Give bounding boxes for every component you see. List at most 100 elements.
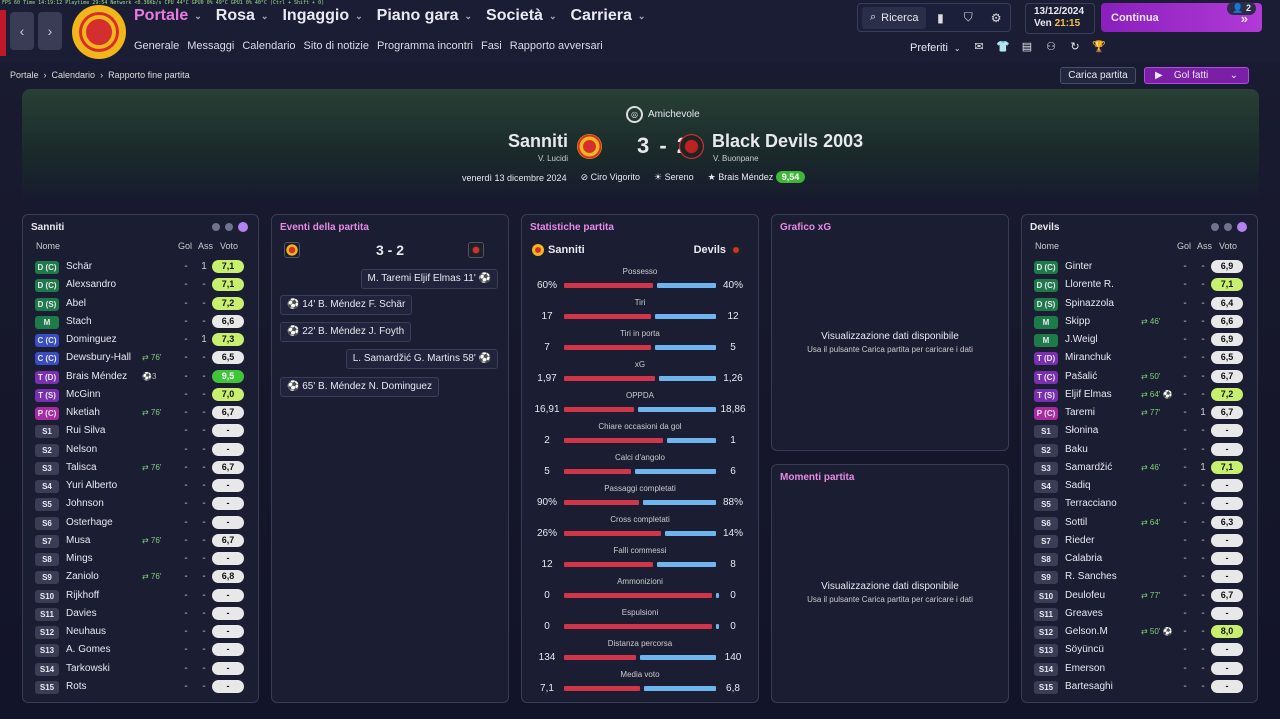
player-row[interactable]: S7 Rieder - - -	[1024, 533, 1254, 550]
player-row[interactable]: S6 Osterhage - - -	[25, 515, 255, 532]
subnav-item[interactable]: Rapporto avversari	[510, 40, 603, 52]
favorites-dropdown[interactable]: Preferiti ⌄	[910, 42, 961, 54]
player-row[interactable]: D (C) Ginter - -6,9	[1024, 259, 1254, 276]
player-row[interactable]: S5 Terracciano - - -	[1024, 496, 1254, 513]
shield-icon[interactable]: ⛉	[954, 10, 982, 25]
player-row[interactable]: T (C) Pašalić ⇄ 50' - -6,7	[1024, 369, 1254, 386]
shirt-icon[interactable]: 👕	[994, 40, 1012, 53]
goals-dropdown[interactable]: ▶ Gol fatti ⌄	[1144, 67, 1249, 84]
nav-4[interactable]: Società ⌄	[486, 7, 556, 25]
position-badge: D (C)	[1034, 279, 1058, 293]
subnav-item[interactable]: Sito di notizie	[304, 40, 369, 52]
event-item[interactable]: ⚽ 14' B. Méndez F. Schär	[280, 295, 413, 315]
away-team-name[interactable]: Black Devils 2003	[712, 131, 863, 152]
goals: -	[1183, 644, 1187, 656]
nav-1[interactable]: Rosa ⌄	[216, 7, 269, 25]
event-item[interactable]: M. Taremi Eljif Elmas 11' ⚽	[360, 269, 498, 289]
continue-button[interactable]: Continua 👤 2»	[1101, 2, 1262, 32]
player-row[interactable]: T (D) Miranchuk - -6,5	[1024, 350, 1254, 367]
page-dots[interactable]	[212, 222, 248, 232]
refresh-icon[interactable]: ↻	[1066, 40, 1084, 53]
subnav-item[interactable]: Calendario	[242, 40, 295, 52]
player-row[interactable]: T (D) Brais Méndez ⚽3- -9,5	[25, 369, 255, 386]
player-row[interactable]: S13 Söyüncü - - -	[1024, 642, 1254, 659]
clipboard-icon[interactable]: ▤	[1018, 40, 1036, 53]
player-row[interactable]: S11 Davies - - -	[25, 606, 255, 623]
people-icon[interactable]: ⚇	[1042, 40, 1060, 53]
player-row[interactable]: M Skipp ⇄ 46' - -6,6	[1024, 314, 1254, 331]
player-row[interactable]: S1 Rui Silva - - -	[25, 423, 255, 440]
stat-label: Distanza percorsa	[607, 639, 673, 648]
load-match-button[interactable]: Carica partita	[1060, 67, 1136, 84]
player-row[interactable]: S3 Talisca ⇄ 76' - -6,7	[25, 460, 255, 477]
player-row[interactable]: S10 Rijkhoff - - -	[25, 588, 255, 605]
position-badge: T (C)	[1034, 370, 1058, 384]
subnav-item[interactable]: Fasi	[481, 40, 502, 52]
player-row[interactable]: S15 Rots - - -	[25, 679, 255, 696]
subnav-item[interactable]: Messaggi	[187, 40, 234, 52]
player-row[interactable]: S10 Deulofeu ⇄ 77' - -6,7	[1024, 588, 1254, 605]
breadcrumb-item[interactable]: Portale	[10, 70, 39, 80]
nav-0[interactable]: Portale ⌄	[134, 7, 202, 25]
player-row[interactable]: S15 Bartesaghi - - -	[1024, 679, 1254, 696]
event-item[interactable]: ⚽ 65' B. Méndez N. Dominguez	[280, 377, 439, 397]
player-row[interactable]: P (C) Taremi ⇄ 77' - 1 6,7	[1024, 405, 1254, 422]
search-button[interactable]: ⌕ Ricerca	[862, 6, 927, 29]
home-team-name[interactable]: Sanniti	[508, 131, 568, 152]
player-row[interactable]: S9 R. Sanches - - -	[1024, 569, 1254, 586]
player-row[interactable]: S3 Samardžić ⇄ 46' - 1 7,1	[1024, 460, 1254, 477]
player-row[interactable]: S4 Sadiq - - -	[1024, 478, 1254, 495]
player-row[interactable]: D (C) Llorente R. - -7,1	[1024, 277, 1254, 294]
player-row[interactable]: S9 Zaniolo ⇄ 76' - -6,8	[25, 569, 255, 586]
player-row[interactable]: S12 Neuhaus - - -	[25, 624, 255, 641]
player-row[interactable]: T (S) Eljif Elmas ⇄ 64' ⚽ - -7,2	[1024, 387, 1254, 404]
player-row[interactable]: S1 Słonina - - -	[1024, 423, 1254, 440]
page-dots[interactable]	[1211, 222, 1247, 232]
player-row[interactable]: P (C) Nketiah ⇄ 76' - -6,7	[25, 405, 255, 422]
player-row[interactable]: S4 Yuri Alberto - - -	[25, 478, 255, 495]
event-item[interactable]: L. Samardžić G. Martins 58' ⚽	[345, 349, 498, 369]
player-row[interactable]: D (S) Abel - -7,2	[25, 296, 255, 313]
player-row[interactable]: S8 Calabria - - -	[1024, 551, 1254, 568]
player-row[interactable]: S12 Gelson.M ⇄ 50' ⚽ - -8,0	[1024, 624, 1254, 641]
player-row[interactable]: S8 Mings - - -	[25, 551, 255, 568]
player-row[interactable]: S11 Greaves - - -	[1024, 606, 1254, 623]
player-name: Bartesaghi	[1065, 680, 1113, 692]
player-row[interactable]: M Stach - -6,6	[25, 314, 255, 331]
event-item[interactable]: ⚽ 22' B. Méndez J. Foyth	[280, 322, 412, 342]
rating-badge: 6,7	[212, 460, 244, 474]
player-name: Greaves	[1065, 607, 1103, 619]
player-row[interactable]: T (S) McGinn - -7,0	[25, 387, 255, 404]
player-row[interactable]: D (C) Schär - 1 7,1	[25, 259, 255, 276]
player-row[interactable]: S13 A. Gomes - - -	[25, 642, 255, 659]
away-crest	[679, 134, 704, 159]
trophy-icon[interactable]: 🏆	[1090, 40, 1108, 53]
event-text: 14' B. Méndez F. Schär	[302, 299, 406, 310]
player-row[interactable]: S7 Musa ⇄ 76' - -6,7	[25, 533, 255, 550]
breadcrumb-item[interactable]: Calendario	[52, 70, 96, 80]
player-row[interactable]: D (C) Alexsandro - -7,1	[25, 277, 255, 294]
player-row[interactable]: S14 Tarkowski - - -	[25, 661, 255, 678]
player-row[interactable]: C (C) Dominguez - 1 7,3	[25, 332, 255, 349]
player-row[interactable]: S2 Nelson - - -	[25, 442, 255, 459]
club-logo[interactable]	[72, 5, 126, 59]
breadcrumb: Portale › Calendario › Rapporto fine partita	[10, 70, 190, 80]
back-button[interactable]: ‹	[10, 12, 34, 50]
player-name: Abel	[66, 297, 87, 309]
nav-5[interactable]: Carriera ⌄	[571, 7, 646, 25]
player-row[interactable]: S6 Sottil ⇄ 64' - -6,3	[1024, 515, 1254, 532]
nav-3[interactable]: Piano gara ⌄	[377, 7, 472, 25]
player-row[interactable]: D (S) Spinazzola - -6,4	[1024, 296, 1254, 313]
gear-icon[interactable]: ⚙	[982, 11, 1010, 25]
player-row[interactable]: S2 Baku - - -	[1024, 442, 1254, 459]
inbox-icon[interactable]: ✉	[970, 40, 988, 53]
player-row[interactable]: S5 Johnson - - -	[25, 496, 255, 513]
subnav-item[interactable]: Generale	[134, 40, 179, 52]
player-row[interactable]: S14 Emerson - - -	[1024, 661, 1254, 678]
player-row[interactable]: M J.Weigl - -6,9	[1024, 332, 1254, 349]
nav-2[interactable]: Ingaggio ⌄	[282, 7, 362, 25]
player-row[interactable]: C (C) Dewsbury-Hall ⇄ 76' - -6,5	[25, 350, 255, 367]
bookmark-icon[interactable]: ▮	[926, 11, 954, 25]
forward-button[interactable]: ›	[38, 12, 62, 50]
subnav-item[interactable]: Programma incontri	[377, 40, 473, 52]
